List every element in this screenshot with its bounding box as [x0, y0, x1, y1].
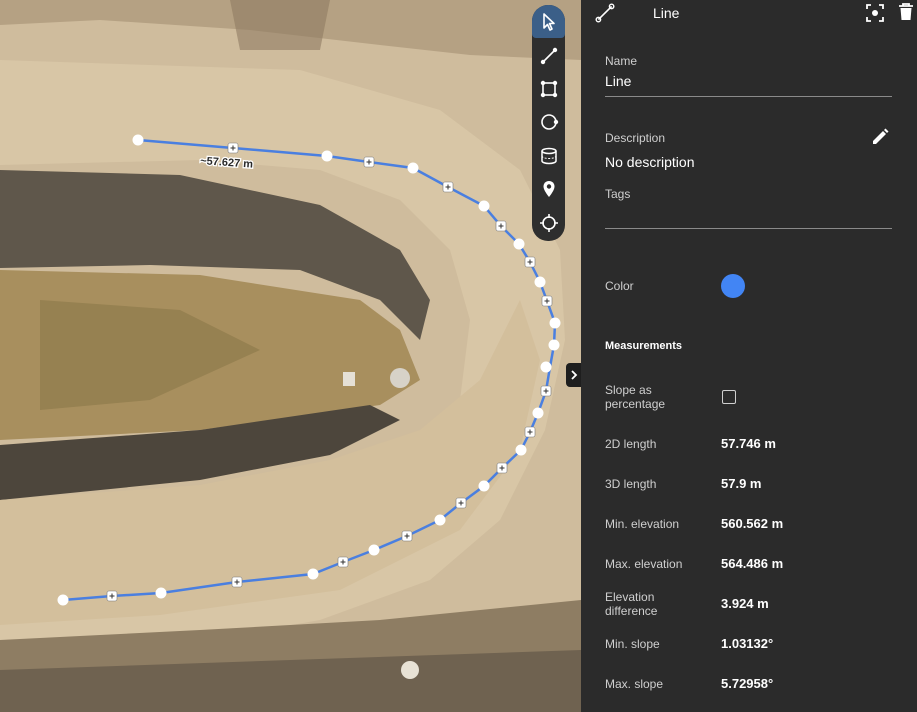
vertex-handle[interactable] — [549, 317, 561, 329]
circle-tool-button[interactable] — [532, 105, 565, 138]
midpoint-add-handle[interactable] — [541, 295, 553, 307]
measure-label: ~57.627 m — [200, 155, 254, 171]
delete-icon[interactable] — [897, 2, 915, 22]
measure-label-2d-length: 2D length — [605, 437, 657, 451]
measure-label-min-elevation: Min. elevation — [605, 517, 680, 531]
chevron-right-icon — [570, 370, 577, 380]
line-icon — [595, 3, 615, 23]
vertex-handle[interactable] — [513, 238, 525, 250]
marker-tool-button[interactable] — [532, 172, 565, 205]
color-label: Color — [605, 279, 634, 293]
select-tool-button[interactable] — [532, 5, 565, 38]
measure-value-min-slope: 1.03132° — [721, 636, 774, 651]
line-tool-button[interactable] — [532, 39, 565, 72]
collapse-panel-button[interactable] — [566, 363, 581, 387]
measure-value-elevation-difference: 3.924 m — [721, 596, 769, 611]
polygon-icon — [540, 80, 557, 97]
midpoint-add-handle[interactable] — [337, 556, 349, 568]
measure-label-3d-length: 3D length — [605, 477, 657, 491]
vertex-handle[interactable] — [368, 544, 380, 556]
slope-percentage-checkbox[interactable] — [722, 390, 736, 404]
measure-value-2d-length: 57.746 m — [721, 436, 776, 451]
name-underline — [605, 96, 892, 97]
tags-label: Tags — [605, 187, 631, 201]
name-label: Name — [605, 54, 638, 68]
measure-label-elevation-difference: Elevation difference — [605, 590, 658, 618]
draw-toolbar — [532, 5, 565, 241]
color-swatch[interactable] — [721, 274, 745, 298]
midpoint-add-handle[interactable] — [106, 590, 118, 602]
line-midpoints[interactable] — [106, 142, 553, 602]
midpoint-add-handle[interactable] — [363, 156, 375, 168]
vertex-handle[interactable] — [57, 594, 69, 606]
vertex-handle[interactable] — [478, 200, 490, 212]
vertex-handle[interactable] — [155, 587, 167, 599]
measure-label-max-elevation: Max. elevation — [605, 557, 683, 571]
map-view[interactable]: ~57.627 m — [0, 0, 581, 712]
volume-icon — [540, 147, 557, 164]
vertex-handle[interactable] — [534, 276, 546, 288]
vertex-handle[interactable] — [548, 339, 560, 351]
measurement-line[interactable]: ~57.627 m — [0, 0, 581, 712]
name-input[interactable]: Line — [605, 73, 631, 89]
midpoint-add-handle[interactable] — [442, 181, 454, 193]
vertex-handle[interactable] — [515, 444, 527, 456]
line-icon — [540, 47, 557, 64]
measure-label-min-slope: Min. slope — [605, 637, 660, 651]
measure-value-min-elevation: 560.562 m — [721, 516, 784, 531]
midpoint-add-handle[interactable] — [231, 576, 243, 588]
vertex-handle[interactable] — [532, 407, 544, 419]
measure-value-max-slope: 5.72958° — [721, 676, 774, 691]
vertex-handle[interactable] — [540, 361, 552, 373]
panel-title: Line — [653, 5, 680, 21]
midpoint-add-handle[interactable] — [540, 385, 552, 397]
vertex-handle[interactable] — [407, 162, 419, 174]
measure-value-max-elevation: 564.486 m — [721, 556, 784, 571]
marker-icon — [543, 180, 554, 197]
midpoint-add-handle[interactable] — [495, 220, 507, 232]
measure-label-max-slope: Max. slope — [605, 677, 664, 691]
midpoint-add-handle[interactable] — [455, 497, 467, 509]
vertex-handle[interactable] — [321, 150, 333, 162]
midpoint-add-handle[interactable] — [524, 256, 536, 268]
feature-panel: Line Name Line Description No descriptio… — [581, 0, 917, 712]
polygon-tool-button[interactable] — [532, 72, 565, 105]
midpoint-add-handle[interactable] — [524, 426, 536, 438]
measurements-title: Measurements — [605, 340, 683, 352]
description-value: No description — [605, 154, 695, 170]
midpoint-add-handle[interactable] — [401, 530, 413, 542]
locate-tool-button[interactable] — [532, 206, 565, 239]
description-label: Description — [605, 131, 666, 145]
vertex-handle[interactable] — [478, 480, 490, 492]
tags-input[interactable] — [605, 228, 892, 229]
midpoint-add-handle[interactable] — [227, 142, 239, 154]
volume-tool-button[interactable] — [532, 139, 565, 172]
slope-percentage-label: Slope as percentage — [605, 383, 666, 411]
focus-icon[interactable] — [865, 3, 885, 23]
vertex-handle[interactable] — [434, 514, 446, 526]
vertex-handle[interactable] — [132, 134, 144, 146]
vertex-handle[interactable] — [307, 568, 319, 580]
midpoint-add-handle[interactable] — [496, 462, 508, 474]
measure-value-3d-length: 57.9 m — [721, 476, 762, 491]
pointer-icon — [542, 12, 555, 31]
line-vertices[interactable] — [57, 134, 561, 606]
edit-icon[interactable] — [870, 127, 890, 147]
crosshair-icon — [539, 213, 558, 232]
circle-icon — [540, 113, 558, 130]
